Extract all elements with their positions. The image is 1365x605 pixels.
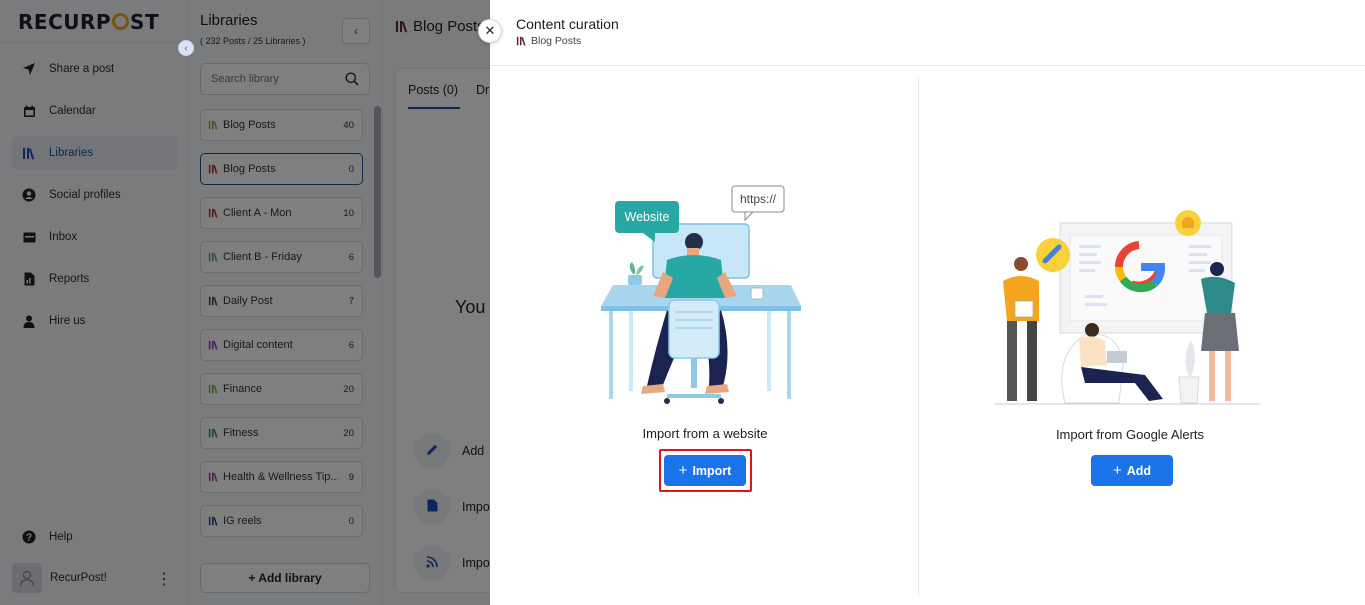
google-alerts-illustration bbox=[995, 210, 1260, 405]
desk-leg-shape bbox=[767, 311, 771, 391]
website-bubble-text: Website bbox=[625, 210, 670, 224]
plant-pot-shape bbox=[628, 275, 642, 285]
website-import-illustration: https:// Website bbox=[601, 185, 801, 404]
url-bubble-text: https:// bbox=[740, 192, 777, 206]
person-leg-shape bbox=[1225, 351, 1231, 401]
url-bubble: https:// bbox=[731, 185, 785, 222]
import-google-alerts-label: Import from Google Alerts bbox=[1055, 427, 1205, 442]
person-head-shape bbox=[1210, 262, 1224, 276]
person-leg-shape bbox=[1027, 321, 1037, 401]
person-leg-shape bbox=[1007, 321, 1017, 401]
person-head-shape bbox=[1014, 257, 1028, 271]
chair-base-shape bbox=[667, 394, 721, 398]
import-button-highlight bbox=[659, 449, 752, 492]
person-foot-shape bbox=[705, 384, 729, 394]
chair-back-shape bbox=[668, 299, 720, 359]
plus-icon: + bbox=[1112, 462, 1122, 479]
modal-subtitle: Blog Posts bbox=[516, 35, 581, 47]
close-icon: ✕ bbox=[484, 23, 496, 38]
content-curation-modal: Content curation Blog Posts https:// Web… bbox=[490, 0, 1365, 605]
person-leg-shape bbox=[1209, 351, 1215, 401]
desk-leg-shape bbox=[609, 311, 613, 399]
modal-subtitle-text: Blog Posts bbox=[531, 35, 582, 47]
chair-wheel-shape bbox=[664, 398, 670, 404]
clipboard-shape bbox=[1014, 300, 1034, 318]
import-website-label: Import from a website bbox=[642, 426, 768, 441]
desk-leg-shape bbox=[787, 311, 791, 399]
plant-shape bbox=[636, 265, 644, 275]
person-foot-shape bbox=[641, 384, 665, 394]
person-head-shape bbox=[1085, 323, 1099, 337]
chair-pole-shape bbox=[691, 358, 697, 388]
person-skirt-shape bbox=[1201, 313, 1239, 351]
desk-leg-shape bbox=[629, 311, 633, 391]
chair-wheel-shape bbox=[718, 398, 724, 404]
plant-pot-shape bbox=[1178, 376, 1200, 404]
person-shirt-shape bbox=[1201, 276, 1235, 313]
add-google-alert-button[interactable]: + Add bbox=[1091, 455, 1173, 486]
library-icon bbox=[516, 36, 527, 46]
add-button-label: Add bbox=[1126, 463, 1152, 478]
laptop-shape bbox=[1107, 351, 1127, 363]
collapse-sidebar-button[interactable]: ‹ bbox=[178, 40, 194, 56]
modal-header-divider bbox=[490, 65, 1365, 66]
close-modal-button[interactable]: ✕ bbox=[478, 19, 502, 43]
column-divider bbox=[918, 78, 919, 595]
modal-title: Content curation bbox=[516, 16, 619, 32]
cup-shape bbox=[750, 287, 764, 300]
plant-shape bbox=[629, 262, 636, 274]
person-shirt-shape bbox=[1079, 336, 1107, 367]
plant-shape bbox=[1185, 341, 1195, 377]
person-shirt-shape bbox=[663, 255, 725, 298]
